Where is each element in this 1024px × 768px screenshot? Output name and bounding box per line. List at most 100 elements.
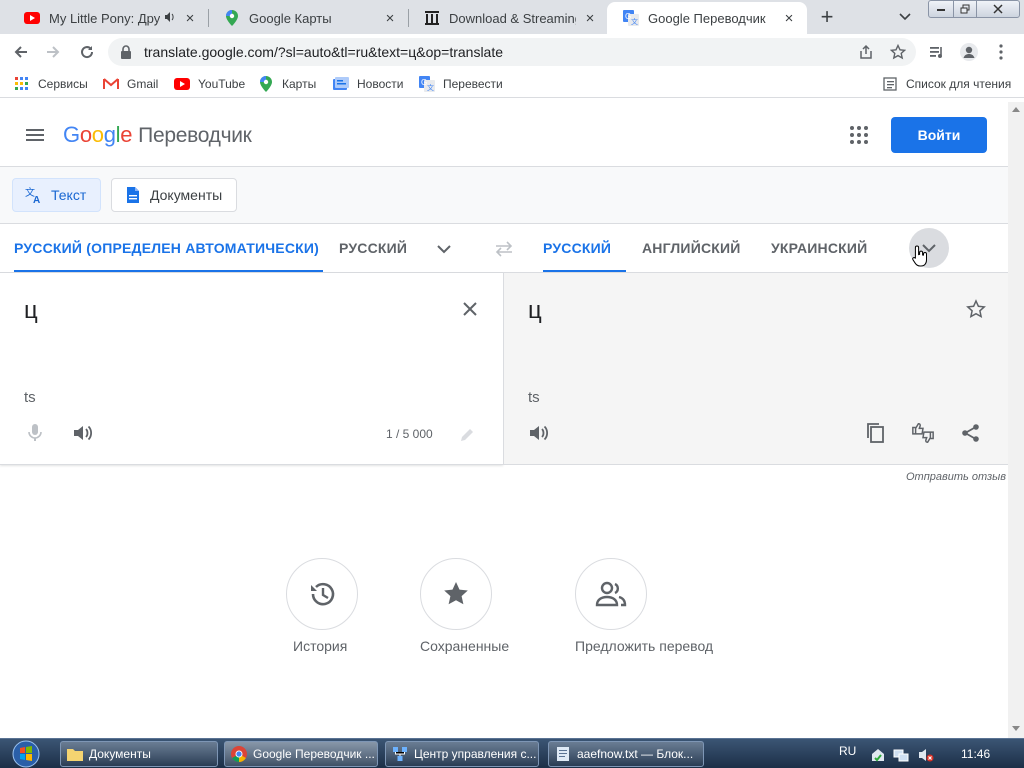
taskbar-item-label: Google Переводчик ... [253,747,375,761]
bookmark-star-icon[interactable] [887,41,909,63]
lock-icon[interactable] [120,45,134,59]
url-text: translate.google.com/?sl=auto&tl=ru&text… [144,44,504,60]
edit-pencil-icon[interactable] [455,423,479,447]
reading-list-icon [882,76,898,92]
clock[interactable]: 11:46 [961,747,990,761]
browser-menu-icon[interactable] [990,41,1012,63]
contribute-button[interactable] [575,558,647,630]
target-panel: ц ts [503,273,1008,465]
archive-icon [424,10,440,26]
network-tray-icon[interactable] [893,747,909,763]
tab-search-icon[interactable] [893,6,917,28]
minimize-button[interactable] [928,0,954,18]
media-control-icon[interactable] [926,41,948,63]
copy-icon[interactable] [863,421,887,445]
close-icon[interactable]: × [382,10,398,27]
translate-icon: G文 [623,10,639,26]
speaker-icon[interactable] [164,11,176,26]
close-icon[interactable]: × [582,10,598,27]
history-label[interactable]: История [293,638,347,654]
bookmark-label: YouTube [198,77,246,91]
send-feedback-link[interactable]: Отправить отзыв [906,471,1006,483]
source-text-input[interactable]: ц [24,297,38,325]
taskbar-network-center[interactable]: Центр управления с... [385,741,539,767]
microphone-icon[interactable] [23,421,47,445]
restore-button[interactable] [953,0,977,18]
rate-translation-icon[interactable] [911,421,935,445]
swap-languages-icon[interactable] [492,237,516,261]
taskbar-notepad[interactable]: aaefnow.txt — Блок... [548,741,704,767]
mode-documents-label: Документы [150,187,223,203]
start-button[interactable] [6,739,46,768]
bookmark-translate[interactable]: G文 Перевести [419,75,503,93]
source-lang-detected[interactable]: РУССКИЙ (ОПРЕДЕЛЕН АВТОМАТИЧЕСКИ) [14,224,323,272]
tab-maps[interactable]: Google Карты × [208,2,408,34]
logo-letter: G [63,122,80,147]
google-translate-logo[interactable]: Google Переводчик [63,122,252,148]
tab-mlp[interactable]: My Little Pony: Друж × [8,2,208,34]
window-close-button[interactable] [976,0,1020,18]
saved-label[interactable]: Сохраненные [420,638,509,654]
volume-muted-icon[interactable] [918,747,934,763]
youtube-icon [24,10,40,26]
saved-button[interactable] [420,558,492,630]
target-listen-icon[interactable] [527,421,551,445]
bookmark-news[interactable]: Новости [333,75,403,93]
svg-text:文: 文 [631,17,638,26]
source-lang-more-icon[interactable] [432,237,456,261]
bookmark-youtube[interactable]: YouTube [174,75,245,93]
source-transliteration: ts [24,389,36,406]
source-lang-russian[interactable]: РУССКИЙ [339,224,407,272]
maps-pin-icon [258,76,274,92]
logo-letter: o [91,122,104,147]
bookmark-maps[interactable]: Карты [258,75,316,93]
google-apps-icon[interactable] [848,124,870,146]
contribute-label[interactable]: Предложить перевод [575,638,713,654]
tab-title: My Little Pony: Друж [49,10,160,26]
history-button[interactable] [286,558,358,630]
tab-translate[interactable]: G文 Google Переводчик × [607,2,807,34]
target-lang-ukrainian[interactable]: УКРАИНСКИЙ [771,224,867,272]
tab-title: Google Карты [249,10,332,26]
share-icon[interactable] [959,421,983,445]
reload-button[interactable] [74,39,100,65]
bookmark-gmail[interactable]: Gmail [103,75,158,93]
clear-icon[interactable] [458,297,482,321]
taskbar-chrome[interactable]: Google Переводчик ... [224,741,378,767]
maps-pin-icon [224,10,240,26]
forward-button[interactable] [40,39,66,65]
tab-archive[interactable]: Download & Streaming : × [408,2,608,34]
target-text-output: ц [528,297,542,324]
star-icon [444,582,468,605]
signin-button[interactable]: Войти [891,117,987,153]
document-icon [124,186,142,204]
vertical-scrollbar[interactable] [1008,102,1024,738]
language-bar: РУССКИЙ (ОПРЕДЕЛЕН АВТОМАТИЧЕСКИ) РУССКИ… [0,223,1008,273]
taskbar-documents[interactable]: Документы [60,741,218,767]
share-icon[interactable] [855,41,877,63]
main-menu-icon[interactable] [24,124,46,146]
close-icon[interactable]: × [781,10,797,27]
taskbar-item-label: Центр управления с... [414,747,537,761]
mode-documents-button[interactable]: Документы [111,178,238,212]
target-lang-russian[interactable]: РУССКИЙ [543,224,626,272]
mode-text-button[interactable]: 文A Текст [12,178,102,212]
new-tab-button[interactable]: + [814,4,840,30]
bookmarks-bar: Сервисы Gmail YouTube Карты Новости G文 П… [0,70,1024,98]
input-language-indicator[interactable]: RU [839,744,856,758]
product-name: Переводчик [138,124,252,147]
bookmark-label: Карты [282,77,317,91]
logo-letter: o [79,122,92,147]
reading-list[interactable]: Список для чтения [882,75,1011,93]
close-icon[interactable]: × [182,10,198,27]
back-button[interactable] [8,39,34,65]
address-bar[interactable]: translate.google.com/?sl=auto&tl=ru&text… [108,38,916,66]
bookmark-services[interactable]: Сервисы [14,75,88,93]
save-star-icon[interactable] [964,297,988,321]
profile-avatar[interactable] [958,41,980,63]
target-lang-english[interactable]: АНГЛИЙСКИЙ [642,224,741,272]
mode-bar: 文A Текст Документы [0,167,1008,223]
action-center-icon[interactable] [870,747,886,763]
logo-letter: e [120,122,133,147]
source-listen-icon[interactable] [71,421,95,445]
